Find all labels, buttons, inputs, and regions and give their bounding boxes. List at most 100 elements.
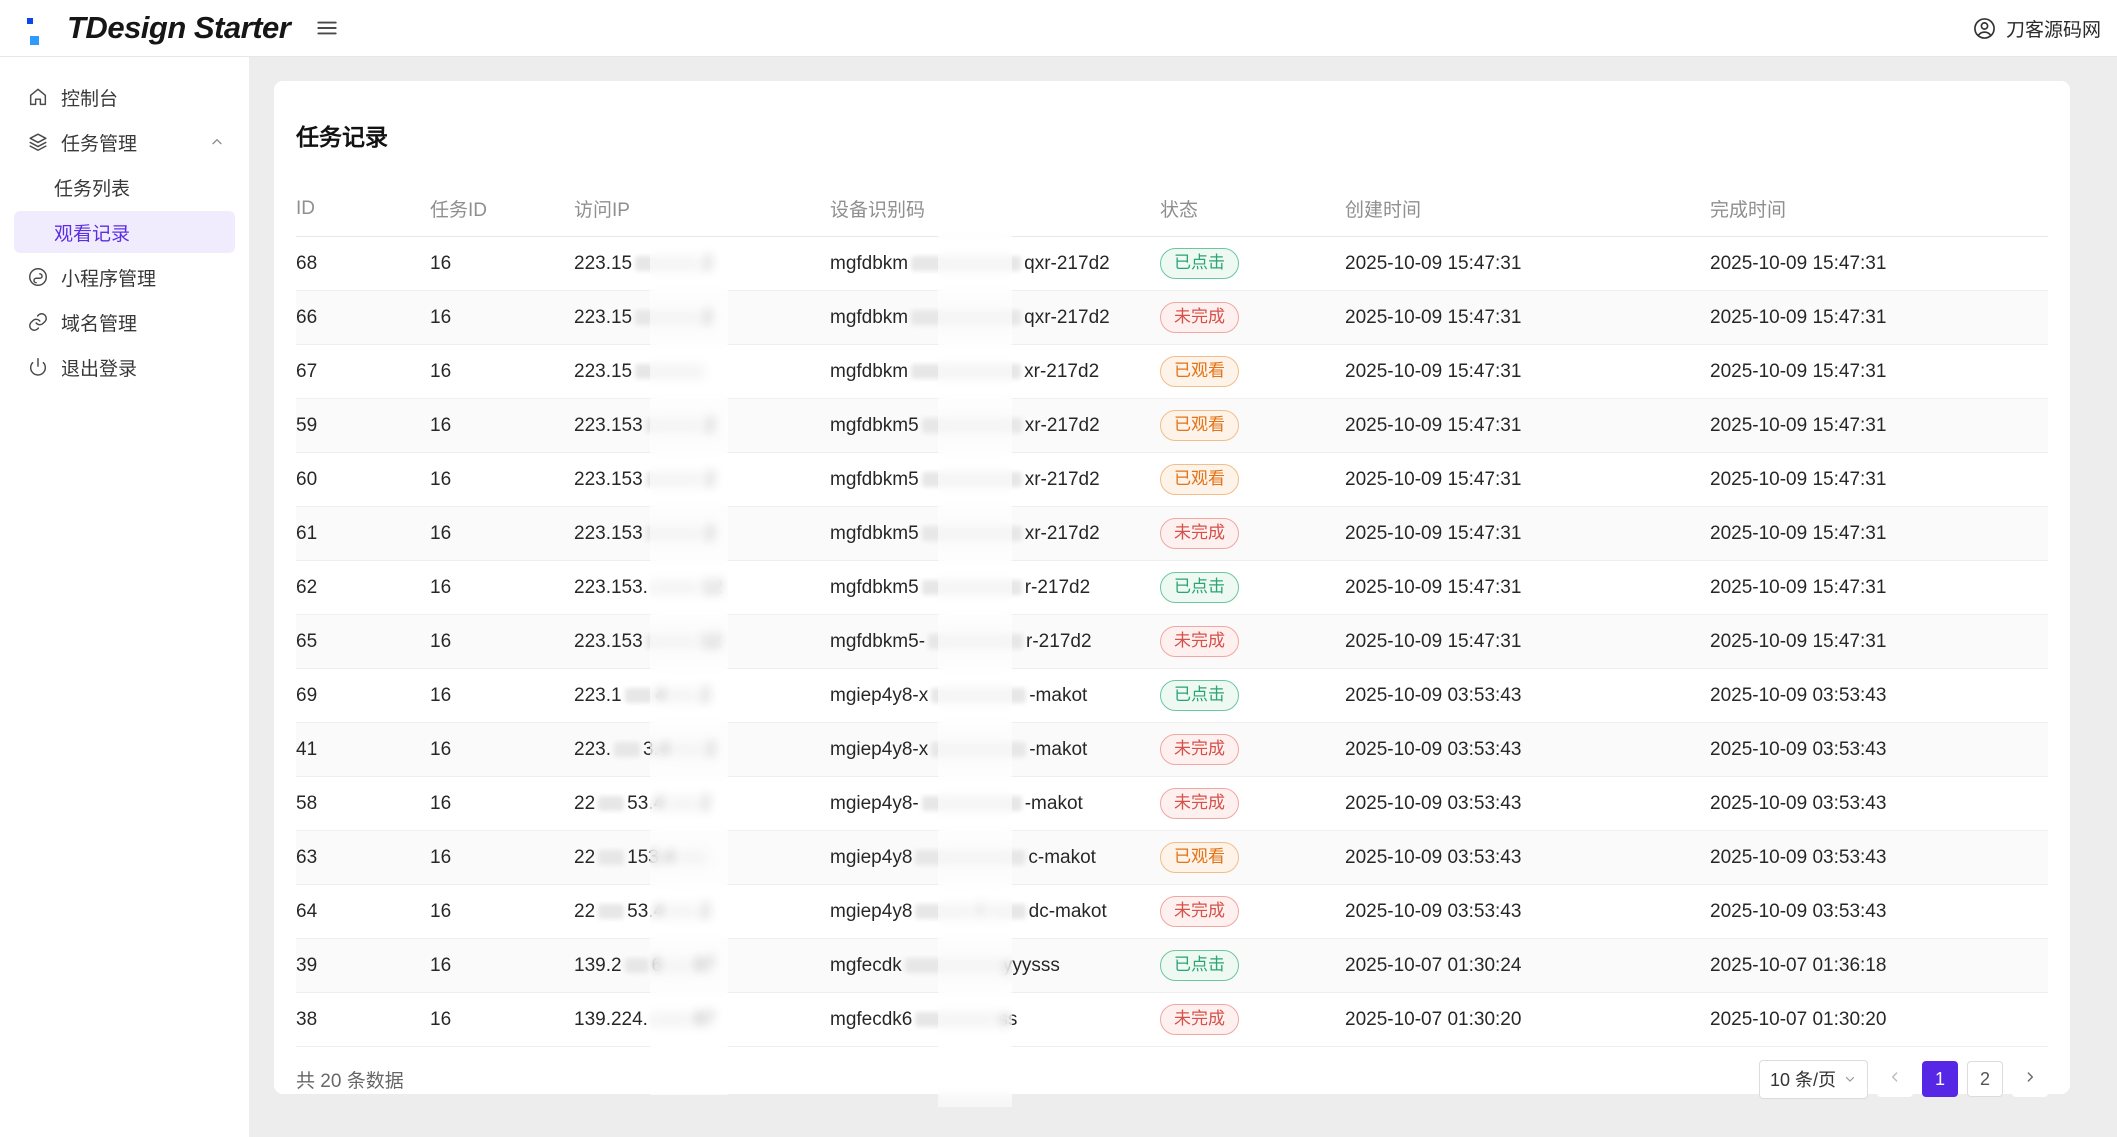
redacted-segment — [911, 256, 1021, 271]
cell-id: 68 — [296, 253, 430, 275]
sidebar-item-label: 域名管理 — [61, 309, 137, 336]
cell-ip: 223.1532 — [574, 523, 830, 545]
cell-task-id: 16 — [430, 253, 574, 275]
cell-created-time: 2025-10-09 15:47:31 — [1345, 469, 1710, 491]
sidebar-item-dashboard[interactable]: 控制台 — [14, 76, 235, 118]
table-row: 631622153.4mgiep4y8c-makot已观看2025-10-09 … — [296, 831, 2048, 885]
cell-ip: 223.152 — [574, 307, 830, 329]
cell-ip: 223.1532 — [574, 415, 830, 437]
status-badge: 已点击 — [1160, 680, 1239, 711]
link-icon — [27, 311, 49, 333]
logo[interactable]: TDesign Starter — [27, 10, 290, 46]
user-avatar-icon — [1972, 16, 1997, 41]
table-row: 6716223.15mgfdbkmxr-217d2已观看2025-10-09 1… — [296, 345, 2048, 399]
cell-id: 39 — [296, 955, 430, 977]
status-badge: 未完成 — [1160, 734, 1239, 765]
cell-ip: 139.224.87 — [574, 1009, 830, 1031]
redacted-segment — [625, 958, 649, 973]
cell-created-time: 2025-10-09 15:47:31 — [1345, 523, 1710, 545]
redacted-segment — [598, 850, 624, 865]
status-badge: 未完成 — [1160, 1004, 1239, 1035]
cell-created-time: 2025-10-09 15:47:31 — [1345, 415, 1710, 437]
status-badge: 未完成 — [1160, 626, 1239, 657]
cell-status: 已点击 — [1160, 248, 1345, 279]
pagination: 10 条/页 1 2 — [1759, 1060, 2048, 1099]
column-header-task-id: 任务ID — [430, 195, 574, 222]
sidebar-item-domain-management[interactable]: 域名管理 — [14, 301, 235, 343]
next-page-button[interactable] — [2012, 1061, 2048, 1097]
cell-task-id: 16 — [430, 739, 574, 761]
cell-ip: 223.15312 — [574, 631, 830, 653]
records-table: ID 任务ID 访问IP 设备识别码 状态 创建时间 完成时间 6816223.… — [296, 181, 2048, 1047]
miniapp-icon — [27, 266, 49, 288]
cell-task-id: 16 — [430, 955, 574, 977]
redacted-segment — [931, 688, 1026, 703]
redacted-segment — [905, 958, 1000, 973]
cell-status: 已观看 — [1160, 410, 1345, 441]
cell-created-time: 2025-10-09 03:53:43 — [1345, 901, 1710, 923]
page-button-2[interactable]: 2 — [1967, 1061, 2003, 1097]
cell-finished-time: 2025-10-09 03:53:43 — [1710, 901, 2048, 923]
prev-page-button[interactable] — [1877, 1061, 1913, 1097]
status-badge: 已观看 — [1160, 464, 1239, 495]
sidebar-item-watch-records[interactable]: 观看记录 — [14, 211, 235, 253]
logo-text: TDesign Starter — [67, 10, 290, 46]
cell-id: 62 — [296, 577, 430, 599]
page-button-1[interactable]: 1 — [1922, 1061, 1958, 1097]
menu-collapse-icon[interactable] — [310, 11, 344, 45]
page-title: 任务记录 — [296, 81, 2048, 152]
cell-device: mgfdbkm5xr-217d2 — [830, 469, 1160, 491]
sidebar-item-label: 控制台 — [61, 84, 118, 111]
redacted-segment — [922, 796, 1022, 811]
cell-device: mgiep4y8--makot — [830, 793, 1160, 815]
chevron-up-icon — [209, 134, 225, 150]
sidebar-item-logout[interactable]: 退出登录 — [14, 346, 235, 388]
cell-created-time: 2025-10-09 15:47:31 — [1345, 361, 1710, 383]
sidebar-item-label: 退出登录 — [61, 354, 137, 381]
page-size-select[interactable]: 10 条/页 — [1759, 1060, 1868, 1099]
total-count-text: 共 20 条数据 — [296, 1066, 404, 1093]
cell-ip: 223.153.12 — [574, 577, 830, 599]
sidebar-item-label: 小程序管理 — [61, 264, 156, 291]
redacted-segment — [646, 526, 702, 541]
cell-status: 已观看 — [1160, 464, 1345, 495]
cell-device: mgfdbkmxr-217d2 — [830, 361, 1160, 383]
cell-status: 未完成 — [1160, 518, 1345, 549]
cell-device: mgfdbkm5r-217d2 — [830, 577, 1160, 599]
redacted-segment — [667, 796, 697, 811]
redacted-segment — [672, 742, 702, 757]
cell-task-id: 16 — [430, 469, 574, 491]
redacted-segment — [915, 850, 1025, 865]
cell-finished-time: 2025-10-09 15:47:31 — [1710, 361, 2048, 383]
cell-created-time: 2025-10-09 03:53:43 — [1345, 685, 1710, 707]
redacted-segment — [922, 418, 1022, 433]
cell-id: 59 — [296, 415, 430, 437]
table-row: 6616223.152mgfdbkmqxr-217d2未完成2025-10-09… — [296, 291, 2048, 345]
table-row: 6916223.142mgiep4y8-x-makot已点击2025-10-09… — [296, 669, 2048, 723]
cell-id: 58 — [296, 793, 430, 815]
sidebar-item-miniapp-management[interactable]: 小程序管理 — [14, 256, 235, 298]
redacted-segment — [635, 256, 699, 271]
cell-status: 未完成 — [1160, 302, 1345, 333]
cell-id: 67 — [296, 361, 430, 383]
cell-created-time: 2025-10-07 01:30:24 — [1345, 955, 1710, 977]
home-icon — [27, 86, 49, 108]
user-account[interactable]: 刀客源码网 — [1972, 15, 2101, 42]
cell-task-id: 16 — [430, 577, 574, 599]
cell-created-time: 2025-10-09 03:53:43 — [1345, 739, 1710, 761]
cell-ip: 2253.42 — [574, 793, 830, 815]
sidebar-item-task-management[interactable]: 任务管理 — [14, 121, 235, 163]
content-card: 任务记录 ID 任务ID 访问IP 设备识别码 状态 创建时间 完成时间 681… — [274, 81, 2070, 1094]
cell-id: 64 — [296, 901, 430, 923]
cell-id: 61 — [296, 523, 430, 545]
table-row: 3916139.2687mgfecdkyyysss已点击2025-10-07 0… — [296, 939, 2048, 993]
cell-created-time: 2025-10-09 15:47:31 — [1345, 577, 1710, 599]
cell-task-id: 16 — [430, 847, 574, 869]
redacted-segment — [678, 850, 708, 865]
sidebar-item-task-list[interactable]: 任务列表 — [14, 166, 235, 208]
chevron-right-icon — [2022, 1069, 2038, 1090]
status-badge: 未完成 — [1160, 788, 1239, 819]
column-header-device: 设备识别码 — [830, 195, 1160, 222]
cell-task-id: 16 — [430, 415, 574, 437]
table-row: 6216223.153.12mgfdbkm5r-217d2已点击2025-10-… — [296, 561, 2048, 615]
